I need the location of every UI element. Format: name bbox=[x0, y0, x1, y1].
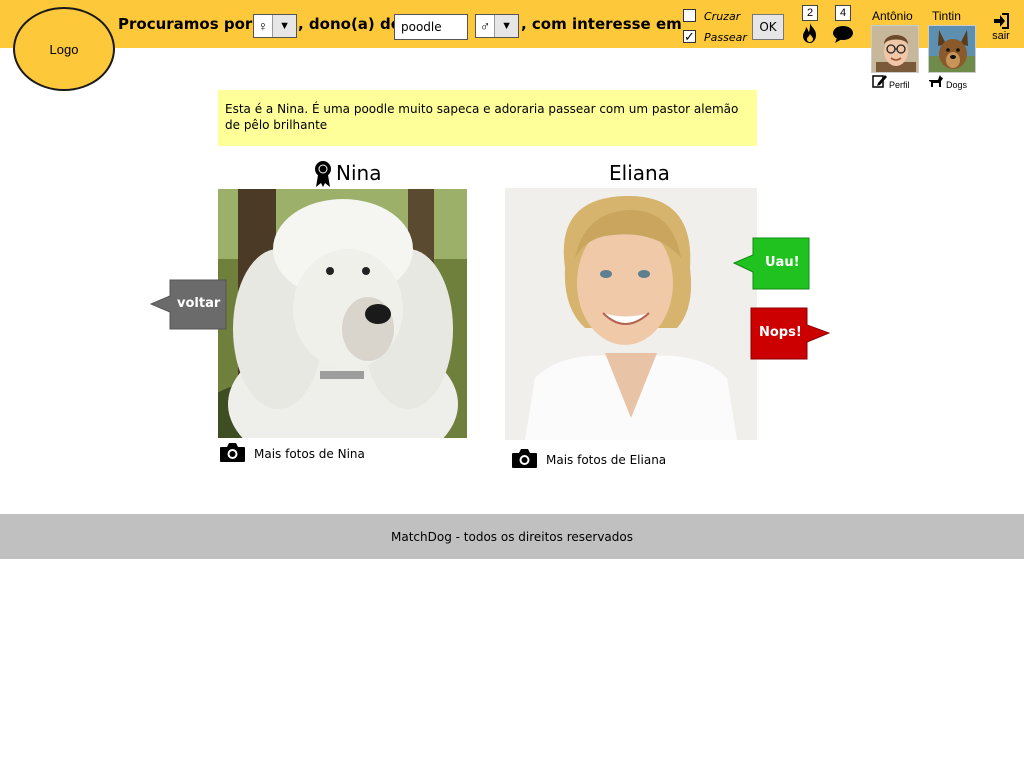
chevron-down-icon: ▼ bbox=[495, 15, 518, 37]
sign-out-icon bbox=[986, 12, 1016, 30]
dog-more-photos-link[interactable]: Mais fotos de Nina bbox=[219, 442, 365, 466]
chevron-down-icon: ▼ bbox=[273, 15, 296, 37]
dog-sex-select[interactable]: ♀ ▼ bbox=[253, 14, 297, 38]
dog-more-photos-label: Mais fotos de Nina bbox=[254, 447, 365, 461]
dislike-button[interactable]: Nops! bbox=[750, 307, 830, 360]
matches-count-badge: 2 bbox=[802, 5, 818, 21]
award-icon bbox=[313, 160, 333, 188]
search-prefix-label: Procuramos por bbox=[118, 15, 253, 33]
profile-link[interactable]: Perfil bbox=[872, 74, 910, 90]
user-avatar[interactable] bbox=[871, 25, 919, 73]
owner-more-photos-link[interactable]: Mais fotos de Eliana bbox=[511, 448, 666, 472]
owner-profile-name: Eliana bbox=[609, 161, 670, 185]
owner-sex-select[interactable]: ♂ ▼ bbox=[475, 14, 519, 38]
edit-icon bbox=[872, 74, 887, 90]
messages-count-badge: 4 bbox=[835, 5, 851, 21]
owner-sex-value: ♂ bbox=[476, 15, 496, 37]
logout-button[interactable]: sair bbox=[986, 12, 1016, 42]
interest-label: , com interesse em bbox=[521, 15, 682, 33]
passear-checkbox[interactable]: ✓ bbox=[683, 30, 696, 43]
logo-text: Logo bbox=[49, 41, 79, 57]
owner-more-photos-label: Mais fotos de Eliana bbox=[546, 453, 667, 467]
dog-icon bbox=[928, 74, 944, 90]
dogs-link-label: Dogs bbox=[946, 80, 968, 90]
owner-label: , dono(a) de bbox=[298, 15, 401, 33]
like-button-label: Uau! bbox=[765, 255, 800, 270]
owner-photo[interactable] bbox=[505, 188, 757, 440]
cruzar-label: Cruzar bbox=[704, 10, 741, 23]
dog-name: Tintin bbox=[932, 9, 961, 23]
dogs-link[interactable]: Dogs bbox=[928, 74, 967, 90]
ok-button[interactable]: OK bbox=[752, 14, 784, 40]
back-button-label: voltar bbox=[177, 296, 221, 311]
cruzar-checkbox[interactable] bbox=[683, 9, 696, 22]
profile-link-label: Perfil bbox=[889, 80, 910, 90]
camera-icon bbox=[219, 442, 246, 466]
passear-label: Passear bbox=[704, 31, 747, 44]
like-button[interactable]: Uau! bbox=[733, 237, 810, 290]
profile-description: Esta é a Nina. É uma poodle muito sapeca… bbox=[218, 90, 757, 146]
user-name: Antônio bbox=[872, 9, 913, 23]
back-button[interactable]: voltar bbox=[150, 279, 227, 330]
dislike-button-label: Nops! bbox=[759, 325, 802, 340]
dog-avatar[interactable] bbox=[928, 25, 976, 73]
camera-icon bbox=[511, 448, 538, 472]
chat-bubble-icon[interactable] bbox=[832, 25, 854, 43]
logo[interactable]: Logo bbox=[13, 7, 115, 91]
dog-sex-value: ♀ bbox=[254, 15, 274, 37]
dog-profile-name: Nina bbox=[336, 161, 382, 185]
breed-input[interactable]: poodle bbox=[394, 14, 468, 40]
dog-photo[interactable] bbox=[218, 189, 467, 438]
footer-text: MatchDog - todos os direitos reservados bbox=[391, 529, 633, 544]
logout-label: sair bbox=[992, 30, 1010, 42]
footer: MatchDog - todos os direitos reservados bbox=[0, 514, 1024, 559]
fire-icon[interactable] bbox=[801, 23, 819, 43]
